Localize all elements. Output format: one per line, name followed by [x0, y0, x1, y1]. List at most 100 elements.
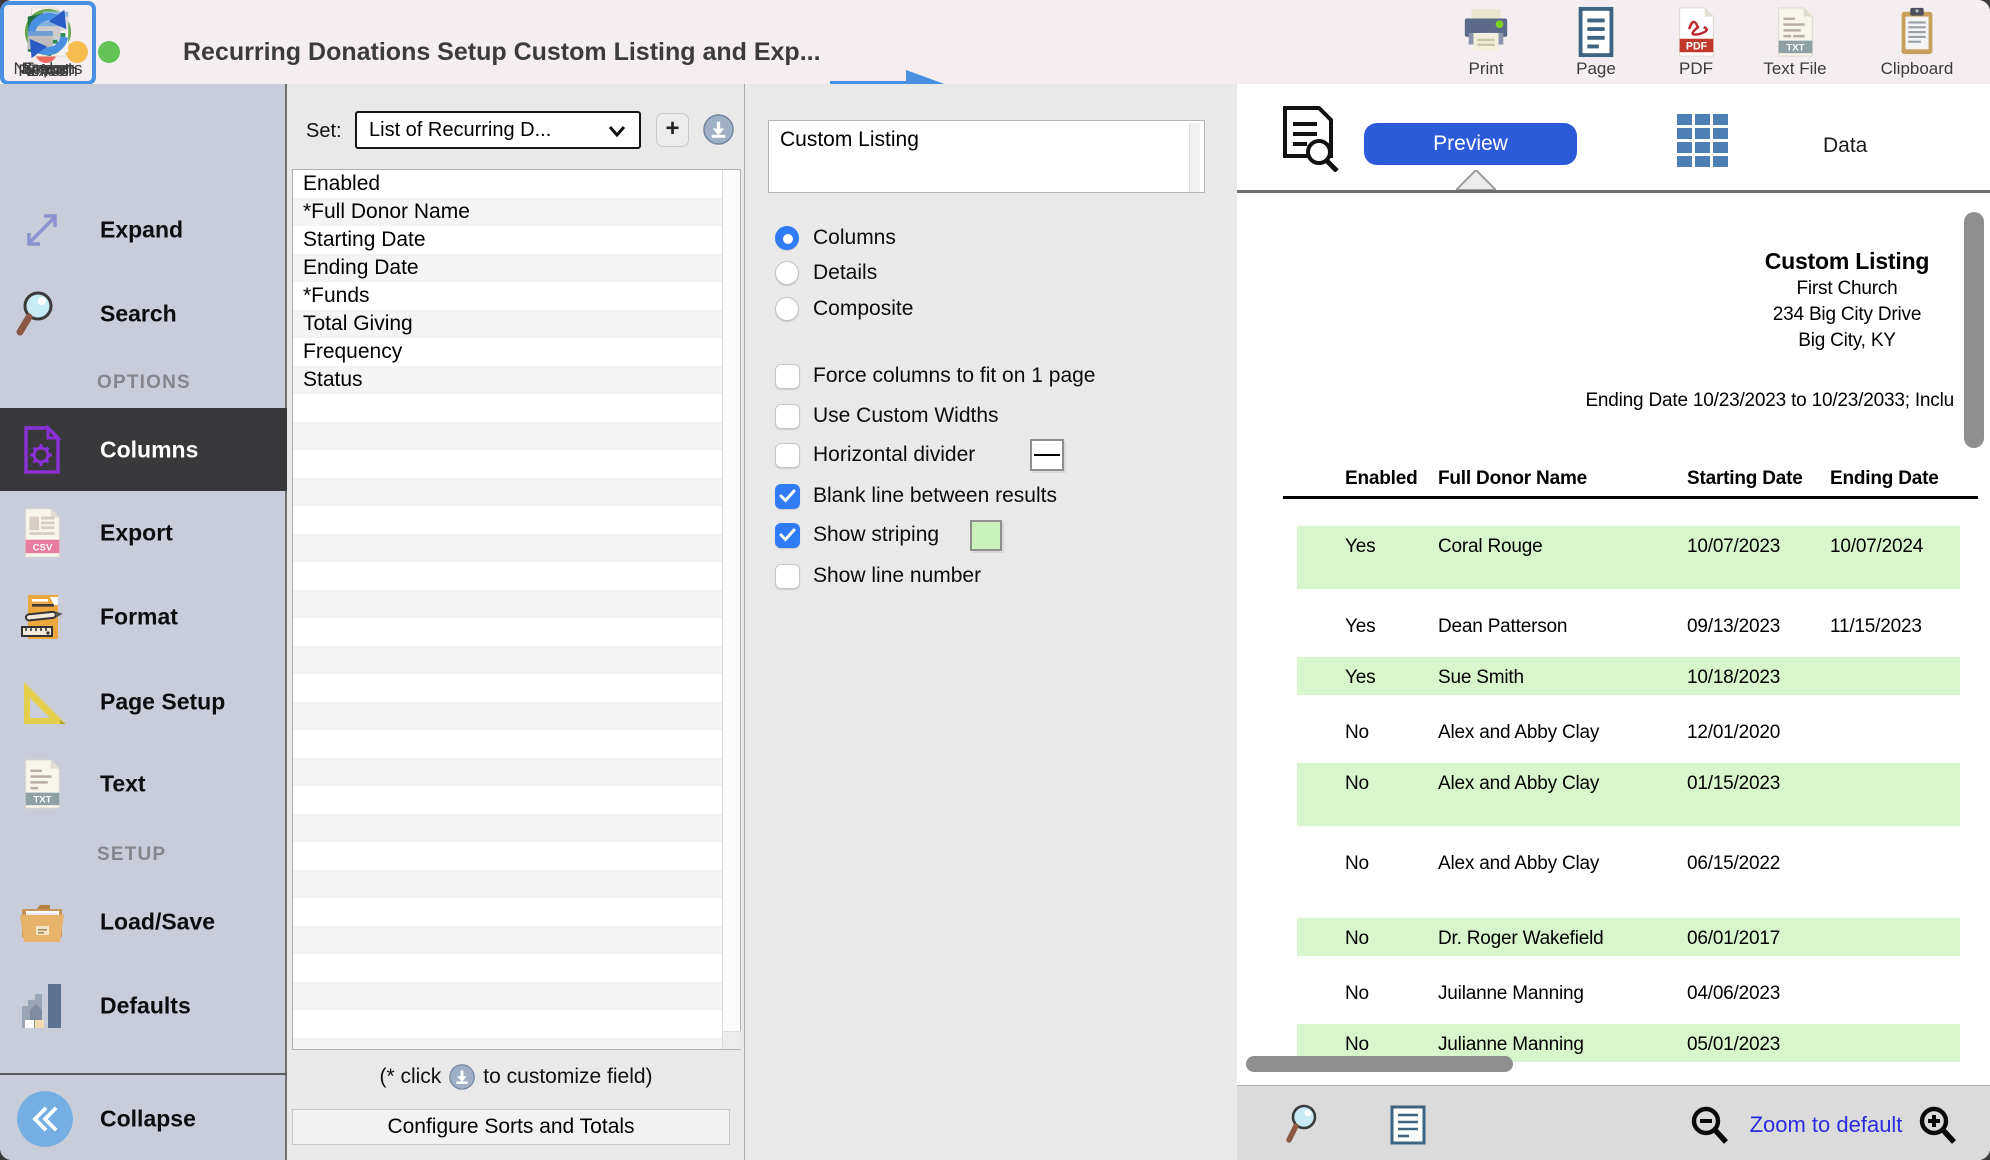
divider-line-icon — [1034, 454, 1060, 456]
sidebar-item-label: Collapse — [100, 1106, 196, 1133]
toolbar-item-clipboard[interactable]: Clipboard — [1869, 6, 1965, 79]
column-header: Full Donor Name — [1438, 468, 1587, 490]
report-title: Custom Listing — [1617, 246, 1990, 276]
field-list-item[interactable]: Ending Date — [293, 254, 722, 282]
field-list-item[interactable]: Frequency — [293, 338, 722, 366]
options-panel: Custom Listing Columns Details Composite — [745, 84, 1237, 1160]
toolbar-item-page[interactable]: Page — [1548, 6, 1644, 79]
cell-enabled: Yes — [1345, 667, 1375, 689]
radio-button[interactable] — [775, 297, 799, 321]
cell-donor-name: Juilanne Manning — [1438, 983, 1584, 1005]
radio-button[interactable] — [775, 226, 799, 250]
checkbox[interactable] — [775, 364, 800, 389]
sidebar-item-export[interactable]: CSV Export — [0, 491, 287, 575]
report-row: No Alex and Abby Clay 12/01/2020 — [1297, 709, 1960, 749]
txt-file-icon: TXT — [16, 758, 68, 810]
zoom-to-default-link[interactable]: Zoom to default — [1737, 1112, 1915, 1138]
layout-radio[interactable]: Composite — [775, 295, 913, 323]
option-checkbox-row[interactable]: Horizontal divider — [775, 440, 1064, 470]
cell-starting-date: 05/01/2023 — [1687, 1034, 1780, 1056]
configure-sorts-button[interactable]: Configure Sorts and Totals — [292, 1109, 730, 1145]
magnifier-icon[interactable] — [1285, 1102, 1327, 1146]
preview-horizontal-scrollbar[interactable] — [1246, 1056, 1513, 1072]
cell-donor-name: Alex and Abby Clay — [1438, 773, 1599, 795]
sidebar-item-defaults[interactable]: Defaults — [0, 964, 287, 1048]
zoom-in-icon[interactable] — [1917, 1104, 1957, 1146]
report-view-icon[interactable] — [1389, 1104, 1427, 1146]
report-column-headers: Enabled Full Donor Name Starting Date En… — [1237, 468, 1990, 492]
csv-file-icon: CSV — [16, 507, 68, 559]
option-checkbox-row[interactable]: Blank line between results — [775, 481, 1057, 511]
checkbox[interactable] — [775, 484, 800, 509]
layout-radio[interactable]: Details — [775, 259, 877, 287]
divider-style-button[interactable] — [1030, 439, 1064, 471]
toolbar-item-refresh[interactable]: Refresh — [0, 1, 96, 85]
add-set-button[interactable]: + — [656, 113, 689, 147]
collapse-icon — [16, 1090, 74, 1148]
zoom-out-icon[interactable] — [1689, 1104, 1729, 1146]
report-row: No Juilanne Manning 04/06/2023 — [1297, 970, 1960, 1010]
report-header: Custom Listing First Church 234 Big City… — [1617, 246, 1990, 354]
svg-text:TXT: TXT — [1786, 42, 1804, 53]
textarea-scrollbar[interactable] — [1189, 123, 1200, 192]
sidebar-item-label: Format — [100, 604, 178, 631]
sidebar-item-format[interactable]: Format — [0, 575, 287, 659]
toolbar-label: Text File — [1763, 59, 1826, 79]
report-row: Yes Sue Smith 10/18/2023 — [1297, 657, 1960, 695]
sidebar-item-label: Expand — [100, 217, 183, 244]
checkbox[interactable] — [775, 443, 800, 468]
sidebar-item-search[interactable]: Search — [0, 272, 287, 356]
radio-label: Columns — [813, 226, 896, 250]
checkbox[interactable] — [775, 404, 800, 429]
option-checkbox-row[interactable]: Show line number — [775, 561, 981, 591]
layout-radio[interactable]: Columns — [775, 224, 896, 252]
sidebar-item-columns[interactable]: Columns — [0, 408, 287, 491]
cell-enabled: No — [1345, 722, 1369, 744]
radio-label: Details — [813, 261, 877, 285]
sidebar-item-text[interactable]: TXT Text — [0, 742, 287, 826]
hint-prefix: (* click — [379, 1065, 441, 1089]
window-title: Recurring Donations Setup Custom Listing… — [183, 38, 821, 67]
option-checkbox-row[interactable]: Force columns to fit on 1 page — [775, 361, 1096, 391]
sidebar-divider — [0, 1073, 287, 1075]
report-row: No Alex and Abby Clay 06/15/2022 — [1297, 840, 1960, 904]
field-list-scrollbar[interactable] — [722, 170, 740, 1049]
toolbar-item-print[interactable]: Print — [1438, 6, 1534, 79]
checkbox-label: Use Custom Widths — [813, 404, 999, 428]
option-checkbox-row[interactable]: Use Custom Widths — [775, 401, 999, 431]
page-setup-icon — [16, 676, 68, 728]
tab-preview[interactable]: Preview — [1364, 123, 1577, 165]
zoom-window-button[interactable] — [98, 41, 120, 63]
sidebar-item-collapse[interactable]: Collapse — [0, 1084, 287, 1154]
set-dropdown[interactable]: List of Recurring D... — [355, 111, 641, 149]
checkbox[interactable] — [775, 564, 800, 589]
field-list-item[interactable]: Total Giving — [293, 310, 722, 338]
sidebar-item-page-setup[interactable]: Page Setup — [0, 660, 287, 744]
tab-data[interactable]: Data — [1823, 134, 1867, 158]
scrollbar-corner — [723, 1031, 741, 1049]
customize-field-icon[interactable] — [703, 114, 734, 145]
sidebar-item-load-save[interactable]: Load/Save — [0, 880, 287, 964]
cell-enabled: Yes — [1345, 616, 1375, 638]
toolbar-item-pdf[interactable]: PDF PDF — [1648, 6, 1744, 79]
toolbar-item-text-file[interactable]: TXT Text File — [1747, 6, 1843, 79]
cell-enabled: No — [1345, 983, 1369, 1005]
radio-button[interactable] — [775, 261, 799, 285]
sidebar-item-label: Columns — [100, 436, 198, 463]
field-list-item[interactable]: Enabled — [293, 170, 722, 198]
checkbox[interactable] — [775, 523, 800, 548]
cell-enabled: No — [1345, 1034, 1369, 1056]
sidebar-item-expand[interactable]: Expand — [0, 188, 287, 272]
field-list-item[interactable]: *Full Donor Name — [293, 198, 722, 226]
field-list[interactable]: Enabled *Full Donor Name Starting Date E… — [292, 169, 741, 1050]
field-list-item[interactable]: Status — [293, 366, 722, 394]
stripe-color-swatch[interactable] — [970, 520, 1002, 551]
listing-name-input[interactable]: Custom Listing — [768, 120, 1205, 193]
field-list-item[interactable]: Starting Date — [293, 226, 722, 254]
field-list-item[interactable]: *Funds — [293, 282, 722, 310]
toolbar-label: Clipboard — [1881, 59, 1954, 79]
preview-vertical-scrollbar[interactable] — [1964, 212, 1984, 448]
checkbox-label: Horizontal divider — [813, 443, 975, 467]
option-checkbox-row[interactable]: Show striping — [775, 520, 1002, 550]
cell-donor-name: Dr. Roger Wakefield — [1438, 928, 1604, 950]
